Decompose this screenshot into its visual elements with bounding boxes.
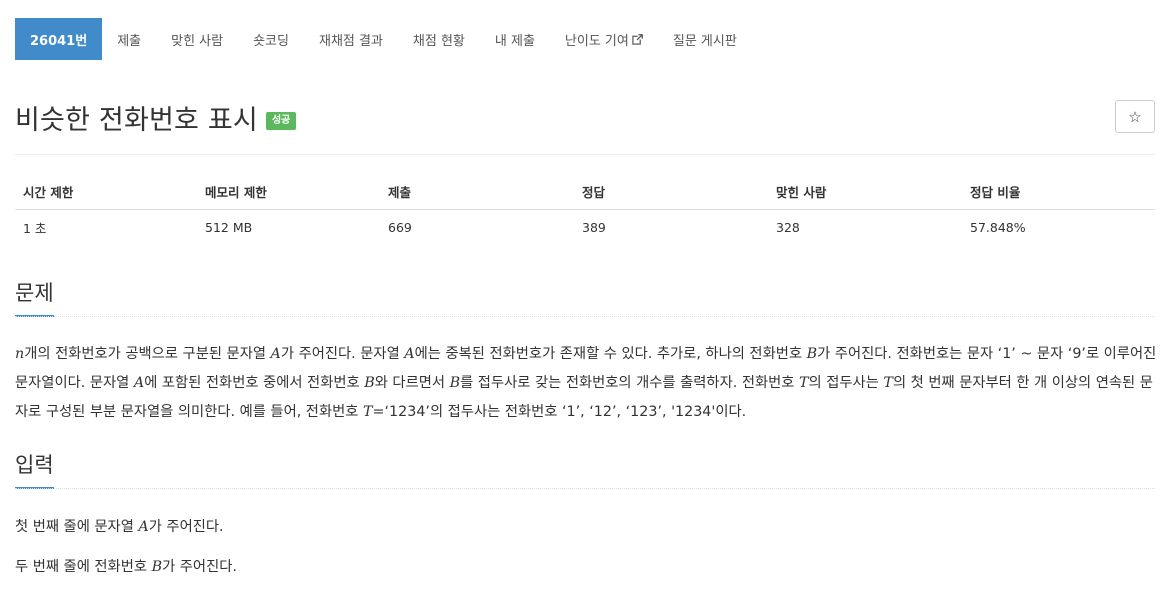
problem-nav-tabs: 26041번 제출 맞힌 사람 숏코딩 재채점 결과 채점 현황 내 제출 난이…	[15, 18, 752, 60]
section-divider	[15, 316, 1155, 317]
header-submissions: 제출	[380, 175, 574, 210]
input-text: 가 주어진다.	[162, 559, 237, 575]
description-text: =‘1234’의 접두사는 전화번호 ‘1’, ‘12’, ‘123’, '12…	[372, 404, 747, 420]
external-link-icon	[632, 33, 643, 45]
math-var: B	[806, 346, 818, 362]
tab-judge-status[interactable]: 채점 현황	[398, 18, 480, 60]
input-section-header: 입력	[15, 449, 1155, 489]
star-outline-icon: ☆	[1128, 107, 1142, 126]
tab-rejudge-results[interactable]: 재채점 결과	[304, 18, 398, 60]
math-var: A	[404, 346, 415, 362]
description-text: 와 다르면서	[374, 375, 450, 391]
description-text: 개의 전화번호가 공백으로 구분된 문자열	[24, 346, 271, 362]
header-solved-users: 맞힌 사람	[768, 175, 962, 210]
math-var: A	[270, 346, 281, 362]
tab-submit[interactable]: 제출	[102, 18, 156, 60]
solved-users-value: 328	[776, 219, 800, 235]
section-divider	[15, 488, 1155, 489]
input-line-1: 첫 번째 줄에 문자열 A가 주어진다.	[15, 513, 1160, 542]
math-var: T	[883, 375, 893, 391]
tab-problem-number[interactable]: 26041번	[15, 18, 103, 60]
description-text: 에는 중복된 전화번호가 존재할 수 있다. 추가로, 하나의 전화번호	[414, 346, 807, 362]
problem-description: n개의 전화번호가 공백으로 구분된 문자열 A가 주어진다. 문자열 A에는 …	[15, 340, 1160, 427]
tab-short-coding[interactable]: 숏코딩	[238, 18, 304, 60]
math-var: B	[364, 375, 375, 391]
title-divider	[15, 154, 1155, 155]
description-text: 를 접두사로 갖는 전화번호의 개수를 출력하자. 전화번호	[460, 375, 799, 391]
header-time-limit: 시간 제한	[15, 175, 197, 210]
input-text: 두 번째 줄에 전화번호	[15, 559, 152, 575]
header-accepted-ratio: 정답 비율	[962, 175, 1155, 210]
memory-limit-value: 512 MB	[205, 219, 253, 235]
table-row: 1 초 512 MB 669 389 328 57.848%	[15, 209, 1155, 245]
favorite-button[interactable]: ☆	[1115, 100, 1155, 133]
description-text: 의 접두사는	[808, 375, 884, 391]
description-text: 에 포함된 전화번호 중에서 전화번호	[144, 375, 365, 391]
input-heading: 입력	[15, 449, 54, 489]
tab-solved-users[interactable]: 맞힌 사람	[156, 18, 238, 60]
math-var: A	[138, 519, 149, 535]
accepted-value: 389	[582, 219, 606, 235]
tab-difficulty-contribution[interactable]: 난이도 기여	[550, 18, 658, 60]
tab-my-submissions[interactable]: 내 제출	[480, 18, 550, 60]
problem-title-row: 비슷한 전화번호 표시 성공	[15, 98, 297, 137]
math-var: T	[362, 404, 373, 420]
status-badge: 성공	[265, 111, 297, 130]
table-header-row: 시간 제한 메모리 제한 제출 정답 맞힌 사람 정답 비율	[15, 175, 1155, 210]
math-var: A	[133, 375, 145, 391]
header-accepted: 정답	[574, 175, 768, 210]
math-var: B	[151, 559, 163, 575]
header-memory-limit: 메모리 제한	[197, 175, 380, 210]
math-var: B	[449, 375, 461, 391]
input-text: 가 주어진다.	[148, 519, 224, 535]
problem-info-table: 시간 제한 메모리 제한 제출 정답 맞힌 사람 정답 비율 1 초 512 M…	[15, 175, 1155, 245]
accepted-ratio-value: 57.848%	[970, 219, 1026, 235]
input-text: 첫 번째 줄에 문자열	[15, 519, 139, 535]
submissions-value: 669	[388, 219, 412, 235]
math-var: T	[799, 375, 809, 391]
math-var: n	[15, 346, 25, 362]
description-section-header: 문제	[15, 277, 1155, 317]
input-line-2: 두 번째 줄에 전화번호 B가 주어진다.	[15, 553, 1160, 582]
time-limit-value: 1 초	[23, 220, 47, 236]
description-heading: 문제	[15, 277, 54, 317]
page-title: 비슷한 전화번호 표시	[15, 105, 258, 136]
description-text: 가 주어진다. 문자열	[280, 346, 405, 362]
tab-question-board[interactable]: 질문 게시판	[658, 18, 752, 60]
tab-difficulty-contribution-label: 난이도 기여	[564, 33, 629, 49]
